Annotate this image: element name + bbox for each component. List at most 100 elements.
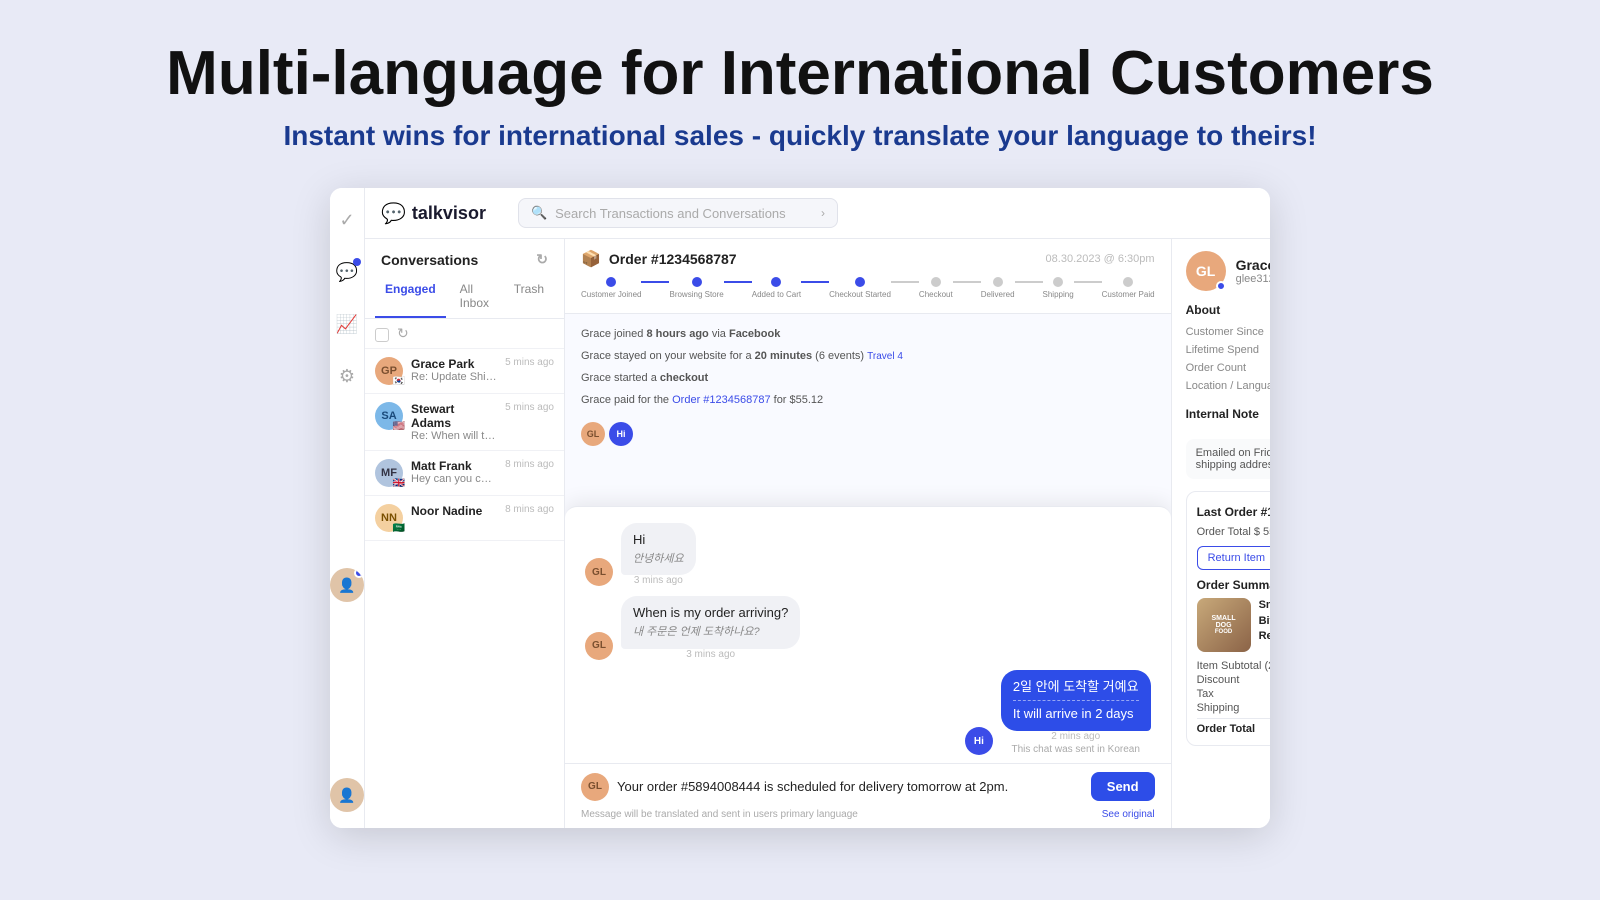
logo-text: talkvisor [412,203,486,224]
field-label-0: Customer Since [1186,326,1264,338]
conv-item-0[interactable]: GP 🇰🇷 Grace Park Re: Update Shipping Add… [365,349,564,394]
journey-label-7: Customer Paid [1102,290,1155,299]
sidebar-avatar[interactable]: 👤 [330,568,364,602]
journey-line-3 [891,281,919,283]
col-detail: 📦 Order #1234568787 08.30.2023 @ 6:30pm … [565,239,1171,828]
field-label-1: Lifetime Spend [1186,344,1259,356]
hero-title: Multi-language for International Custome… [20,40,1580,108]
conv-item-1[interactable]: SA 🇺🇸 Stewart Adams Re: When will this i… [365,394,564,451]
msg-row-1: GL When is my order arriving? 내 주문은 언제 도… [585,596,1151,660]
sidebar-icon-check[interactable]: ✓ [331,204,363,236]
chat-input[interactable] [617,779,1083,794]
journey-line-6 [1074,281,1102,283]
msg-bubble-1: When is my order arriving? 내 주문은 언제 도착하나… [621,596,800,649]
journey-line-4 [953,281,981,283]
conversations-header-row: Conversations ↻ [365,239,564,276]
journey-step-0: Customer Joined [581,277,641,299]
msg-avatar-1: GL [585,632,613,660]
conv-body-2: Matt Frank Hey can you check the status [411,459,497,485]
msg-time-2: 2 mins ago [1001,731,1151,742]
search-arrow-icon: › [821,206,825,220]
price-label-3: Shipping [1197,702,1240,714]
refresh-icon[interactable]: ↻ [536,251,548,268]
journey-dot-3 [855,277,865,287]
journey-step-6: Shipping [1043,277,1074,299]
conv-time-3: 8 mins ago [505,504,554,515]
refresh-small-icon[interactable]: ↻ [397,325,409,342]
conv-preview-1: Re: When will this item be available [411,430,497,442]
conv-name-0: Grace Park [411,357,497,371]
msg-bubble-0: Hi 안녕하세요 [621,523,696,576]
sidebar-avatar-bottom[interactable]: 👤 [330,778,364,812]
journey-dot-4 [931,277,941,287]
order-summary-title: Order Summary [1197,578,1270,592]
about-field-0: Customer Since June 2022 [1186,323,1270,341]
conv-body-1: Stewart Adams Re: When will this item be… [411,402,497,442]
conv-preview-0: Re: Update Shipping Address [411,371,497,383]
conv-time-0: 5 mins ago [505,357,554,368]
msg-korean-text: 2일 안에 도착할 거예요 [1013,678,1139,701]
order-time: 08.30.2023 @ 6:30pm [1046,253,1155,265]
about-field-3: Location / Language Seoul, Korea / Korea… [1186,377,1270,395]
sidebar-icon-chat[interactable]: 💬 [331,256,363,288]
chat-participant-hi: Hi [609,422,633,446]
journey-dot-1 [692,277,702,287]
sidebar-icon-analytics[interactable]: 📈 [331,308,363,340]
tab-engaged[interactable]: Engaged [375,276,446,318]
order-icon: 📦 [581,249,601,269]
select-all-checkbox[interactable] [375,328,389,342]
sidebar-icon-settings[interactable]: ⚙ [331,360,363,392]
chat-overlay: GL Hi 안녕하세요 3 mins ago GL [565,506,1171,829]
price-row-total: Order Total $55.12 [1197,718,1270,735]
order-actions: Return Item Refund $55.12 [1197,546,1270,570]
chat-input-row: GL Send [565,763,1171,809]
main-content: 💬 talkvisor 🔍 Search Transactions and Co… [365,188,1270,828]
journey-dot-5 [993,277,1003,287]
journey-label-1: Browsing Store [669,290,723,299]
about-title: About [1186,303,1270,317]
search-bar[interactable]: 🔍 Search Transactions and Conversations … [518,198,838,228]
translation-note: Message will be translated and sent in u… [581,809,858,820]
about-field-1: Lifetime Spend $12353.23 [1186,341,1270,359]
activity-1: Grace stayed on your website for a 20 mi… [581,348,1155,364]
conv-body-0: Grace Park Re: Update Shipping Address [411,357,497,383]
return-item-button[interactable]: Return Item [1197,546,1270,570]
customer-name: Grace Park [1236,257,1270,273]
journey-dot-7 [1123,277,1133,287]
price-row-0: Item Subtotal (2 bags) $50.00 [1197,660,1270,672]
order-card-total: Order Total $ 55.12 [1197,526,1270,538]
conv-list: ↻ GP 🇰🇷 Grace Park Re: Update Shipping A… [365,319,564,828]
conv-avatar-2: MF 🇬🇧 [375,459,403,487]
msg-avatar-2: Hi [965,727,993,755]
tab-all-inbox[interactable]: All Inbox [450,276,500,318]
journey-label-2: Added to Cart [752,290,801,299]
order-card-title: Last Order #123456789 [1197,505,1270,519]
journey-label-3: Checkout Started [829,290,891,299]
hero-section: Multi-language for International Custome… [0,0,1600,172]
conv-item-2[interactable]: MF 🇬🇧 Matt Frank Hey can you check the s… [365,451,564,496]
journey-line-0 [641,281,669,283]
msg-translation-1: 내 주문은 언제 도착하나요? [633,625,788,640]
col-customer: GL Grace Park glee3126@gmail.com ⋮ About… [1171,239,1270,828]
order-link[interactable]: Order #1234568787 [672,394,770,406]
col-conversations: Conversations ↻ Engaged All Inbox Trash … [365,239,565,828]
order-title-row: 📦 Order #1234568787 08.30.2023 @ 6:30pm [581,249,1155,269]
internal-note-label: Internal Note [1186,407,1270,421]
price-label-2: Tax [1197,688,1214,700]
internal-note: Emailed on Friday to confirm new shippin… [1186,439,1270,479]
price-row-1: Discount $0.00 [1197,674,1270,686]
msg-bubble-2: 2일 안에 도착할 거예요 It will arrive in 2 days [1001,670,1151,731]
journey-label-6: Shipping [1043,290,1074,299]
customer-email: glee3126@gmail.com [1236,273,1270,285]
customer-online-dot [1216,281,1226,291]
conv-item-3[interactable]: NN 🇸🇦 Noor Nadine 8 mins ago [365,496,564,541]
order-card-header: Last Order #123456789 ⋮ [1197,502,1270,522]
tab-trash[interactable]: Trash [504,276,554,318]
order-title: 📦 Order #1234568787 [581,249,737,269]
price-row-2: Tax $5.12 [1197,688,1270,700]
see-original-link[interactable]: See original [1102,809,1155,820]
journey-line-1 [724,281,752,283]
customer-avatar: GL [1186,251,1226,291]
tabs-row: Engaged All Inbox Trash [365,276,564,319]
send-button[interactable]: Send [1091,772,1155,801]
